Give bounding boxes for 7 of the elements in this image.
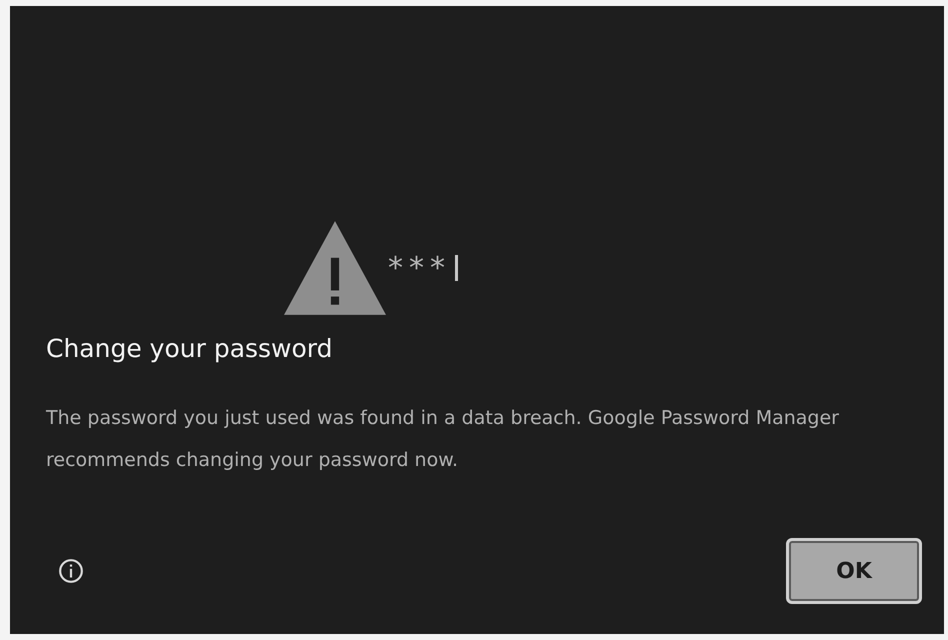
text-cursor-icon	[455, 255, 458, 281]
ok-button[interactable]: OK	[786, 538, 922, 604]
warning-icon	[284, 221, 386, 315]
info-icon[interactable]	[58, 558, 84, 584]
masked-password-text: ***	[388, 250, 451, 286]
dialog-title: Change your password	[46, 334, 334, 363]
dialog-message: The password you just used was found in a data breach. Google Password Manager recommends changing your password now.	[46, 406, 840, 473]
